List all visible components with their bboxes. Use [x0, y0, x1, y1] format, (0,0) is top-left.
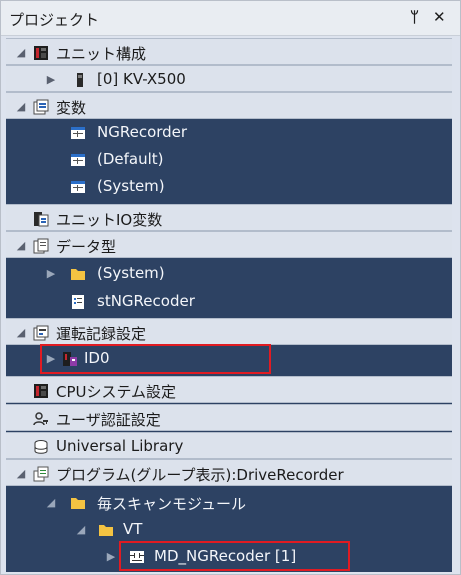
- tree-item-label: (Default): [97, 150, 164, 168]
- program-icon: [33, 466, 49, 482]
- project-tree: ◢ ユニット構成 ▶ [0] KV-X500 ◢ 変数 NGRecorder (…: [6, 38, 452, 572]
- unit-io-icon: [34, 212, 49, 227]
- expand-arrow-icon[interactable]: ▶: [44, 260, 58, 287]
- tree-item-every-scan[interactable]: ◢ 毎スキャンモジュール: [6, 489, 452, 516]
- pin-icon[interactable]: ᛘ: [410, 8, 419, 26]
- tree-item-label: (System): [97, 264, 165, 282]
- collapse-arrow-icon[interactable]: ◢: [74, 516, 88, 543]
- folder-icon: [71, 269, 85, 280]
- tree-item-dt-system[interactable]: ▶ (System): [6, 260, 452, 287]
- tree-item-label: VT: [123, 520, 143, 538]
- collapse-arrow-icon[interactable]: ◢: [14, 319, 28, 346]
- tree-item-label: [0] KV-X500: [97, 70, 186, 88]
- variable-table-icon: [71, 127, 85, 139]
- collapse-arrow-icon[interactable]: ◢: [14, 39, 28, 66]
- tree-item-default[interactable]: (Default): [6, 146, 452, 173]
- panel-title: プロジェクト: [9, 11, 100, 29]
- tree-item-label: データ型: [56, 238, 117, 256]
- collapse-arrow-icon[interactable]: ◢: [14, 460, 28, 487]
- tree-item-label: 運転記録設定: [56, 325, 147, 343]
- module-icon: [77, 73, 83, 87]
- struct-icon: [72, 295, 84, 309]
- variable-table-icon: [71, 154, 85, 166]
- tree-item-universal-library[interactable]: Universal Library: [6, 432, 452, 459]
- tree-item-stngrecoder[interactable]: stNGRecoder: [6, 288, 452, 315]
- tree-item-vars[interactable]: ◢ 変数: [6, 92, 452, 119]
- highlight-box: [40, 344, 271, 374]
- collapse-arrow-icon[interactable]: ◢: [14, 93, 28, 120]
- panel-titlebar: プロジェクト ᛘ ✕: [1, 1, 460, 36]
- expand-arrow-icon[interactable]: ▶: [44, 66, 58, 93]
- tree-item-label: stNGRecoder: [97, 292, 195, 310]
- tree-item-label: 毎スキャンモジュール: [97, 495, 246, 513]
- tree-item-program[interactable]: ◢ プログラム(グループ表示):DriveRecorder: [6, 459, 452, 486]
- tree-item-label: ユニット構成: [56, 45, 147, 63]
- folder-icon: [71, 498, 85, 509]
- folder-icon: [99, 525, 113, 536]
- tree-item-data-types[interactable]: ◢ データ型: [6, 231, 452, 258]
- variables-icon: [33, 99, 49, 115]
- collapse-arrow-icon[interactable]: ◢: [44, 489, 58, 516]
- tree-item-user-auth[interactable]: ユーザ認証設定: [6, 404, 452, 431]
- library-icon: [34, 440, 48, 454]
- tree-item-label: ユニットIO変数: [56, 211, 163, 229]
- close-icon[interactable]: ✕: [433, 8, 446, 26]
- tree-item-label: CPUシステム設定: [56, 383, 177, 401]
- cpu-icon: [34, 384, 48, 398]
- drive-record-icon: [33, 325, 49, 341]
- tree-item-vt[interactable]: ◢ VT: [6, 516, 452, 543]
- tree-item-ngrecorder[interactable]: NGRecorder: [6, 119, 452, 146]
- tree-item-cpu-system[interactable]: CPUシステム設定: [6, 376, 452, 403]
- data-type-icon: [33, 238, 49, 254]
- tree-item-op-log-settings[interactable]: ◢ 運転記録設定: [6, 318, 452, 345]
- expand-arrow-icon[interactable]: ▶: [104, 543, 118, 570]
- tree-item-label: Universal Library: [56, 437, 184, 455]
- tree-item-label: NGRecorder: [97, 123, 188, 141]
- collapse-arrow-icon[interactable]: ◢: [14, 232, 28, 259]
- project-panel: プロジェクト ᛘ ✕ ◢ ユニット構成 ▶ [0] KV-X500 ◢ 変数 N…: [0, 0, 461, 575]
- tree-item-label: 変数: [56, 99, 87, 117]
- tree-item-system[interactable]: (System): [6, 173, 452, 200]
- tree-item-label: (System): [97, 177, 165, 195]
- tree-item-label: ユーザ認証設定: [56, 411, 161, 429]
- variable-table-icon: [71, 181, 85, 193]
- tree-item-unit-config[interactable]: ◢ ユニット構成: [6, 38, 452, 65]
- tree-item-label: プログラム(グループ表示):DriveRecorder: [56, 466, 344, 484]
- user-key-icon: [33, 412, 48, 426]
- highlight-box: [119, 541, 350, 571]
- plc-unit-icon: [34, 46, 48, 60]
- tree-item-unit-kv[interactable]: ▶ [0] KV-X500: [6, 65, 452, 92]
- tree-item-unit-io-vars[interactable]: ユニットIO変数: [6, 204, 452, 231]
